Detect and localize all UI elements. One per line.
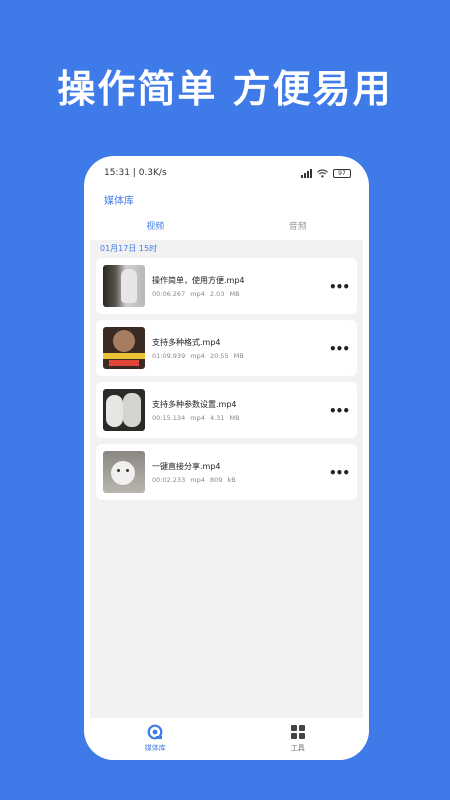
media-item-2[interactable]: 支持多种格式.mp4 01:09.939 mp4 20.55 MB ••• bbox=[96, 320, 357, 376]
media-library-icon bbox=[147, 724, 163, 740]
bottom-navigation: 媒体库 工具 bbox=[84, 718, 369, 760]
video-thumbnail bbox=[103, 389, 145, 431]
media-item-meta: 00:02.233 mp4 809 kB bbox=[152, 476, 236, 484]
date-group-header: 01月17日 15时 bbox=[100, 244, 158, 253]
media-item-name: 支持多种参数设置.mp4 bbox=[152, 400, 237, 409]
nav-label: 媒体库 bbox=[144, 744, 166, 752]
phone-frame: 15:31 | 0.3K/s 97 媒体库 视频 音频 01月17日 15时 操… bbox=[84, 156, 369, 760]
media-item-3[interactable]: 支持多种参数设置.mp4 00:15.134 mp4 4.31 MB ••• bbox=[96, 382, 357, 438]
tab-audio[interactable]: 音频 bbox=[227, 216, 370, 238]
media-item-name: 操作简单，使用方便.mp4 bbox=[152, 276, 245, 285]
more-options-icon[interactable]: ••• bbox=[329, 342, 350, 356]
status-bar: 15:31 | 0.3K/s 97 bbox=[104, 166, 351, 180]
headline: 操作简单 方便易用 bbox=[57, 67, 393, 111]
media-tabs: 视频 音频 bbox=[84, 216, 369, 238]
video-thumbnail bbox=[103, 451, 145, 493]
more-options-icon[interactable]: ••• bbox=[329, 404, 350, 418]
status-time: 15:31 | 0.3K/s bbox=[104, 168, 167, 178]
tools-grid-icon bbox=[290, 725, 305, 739]
more-options-icon[interactable]: ••• bbox=[329, 280, 350, 294]
video-thumbnail bbox=[103, 327, 145, 369]
signal-icon bbox=[301, 168, 312, 178]
tab-video[interactable]: 视频 bbox=[84, 216, 227, 238]
status-icons: 97 bbox=[301, 168, 351, 178]
more-options-icon[interactable]: ••• bbox=[329, 466, 350, 480]
video-thumbnail bbox=[103, 265, 145, 307]
media-item-meta: 00:15.134 mp4 4.31 MB bbox=[152, 414, 240, 422]
media-item-meta: 01:09.939 mp4 20.55 MB bbox=[152, 352, 244, 360]
nav-tools[interactable]: 工具 bbox=[227, 718, 370, 760]
media-item-name: 支持多种格式.mp4 bbox=[152, 338, 221, 347]
battery-icon: 97 bbox=[333, 168, 351, 178]
media-item-1[interactable]: 操作简单，使用方便.mp4 00:06.267 mp4 2.03 MB ••• bbox=[96, 258, 357, 314]
media-list: 01月17日 15时 操作简单，使用方便.mp4 00:06.267 mp4 2… bbox=[90, 240, 363, 718]
wifi-icon bbox=[317, 169, 328, 177]
nav-label: 工具 bbox=[290, 744, 305, 752]
media-item-meta: 00:06.267 mp4 2.03 MB bbox=[152, 290, 240, 298]
app-title: 媒体库 bbox=[104, 196, 134, 207]
media-item-4[interactable]: 一键直接分享.mp4 00:02.233 mp4 809 kB ••• bbox=[96, 444, 357, 500]
media-item-name: 一键直接分享.mp4 bbox=[152, 462, 221, 471]
nav-media-library[interactable]: 媒体库 bbox=[84, 718, 227, 760]
